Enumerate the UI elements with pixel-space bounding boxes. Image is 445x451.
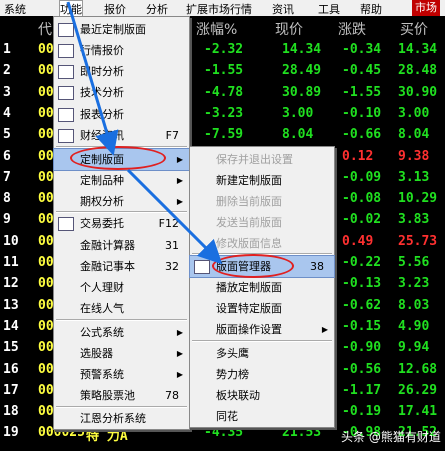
annotation-arrows bbox=[66, 1, 223, 265]
watermark: 头条 @熊猫有财道 bbox=[341, 430, 441, 444]
arrow-to-custom-layout bbox=[66, 1, 119, 156]
arrow-to-layout-manager bbox=[126, 168, 223, 265]
